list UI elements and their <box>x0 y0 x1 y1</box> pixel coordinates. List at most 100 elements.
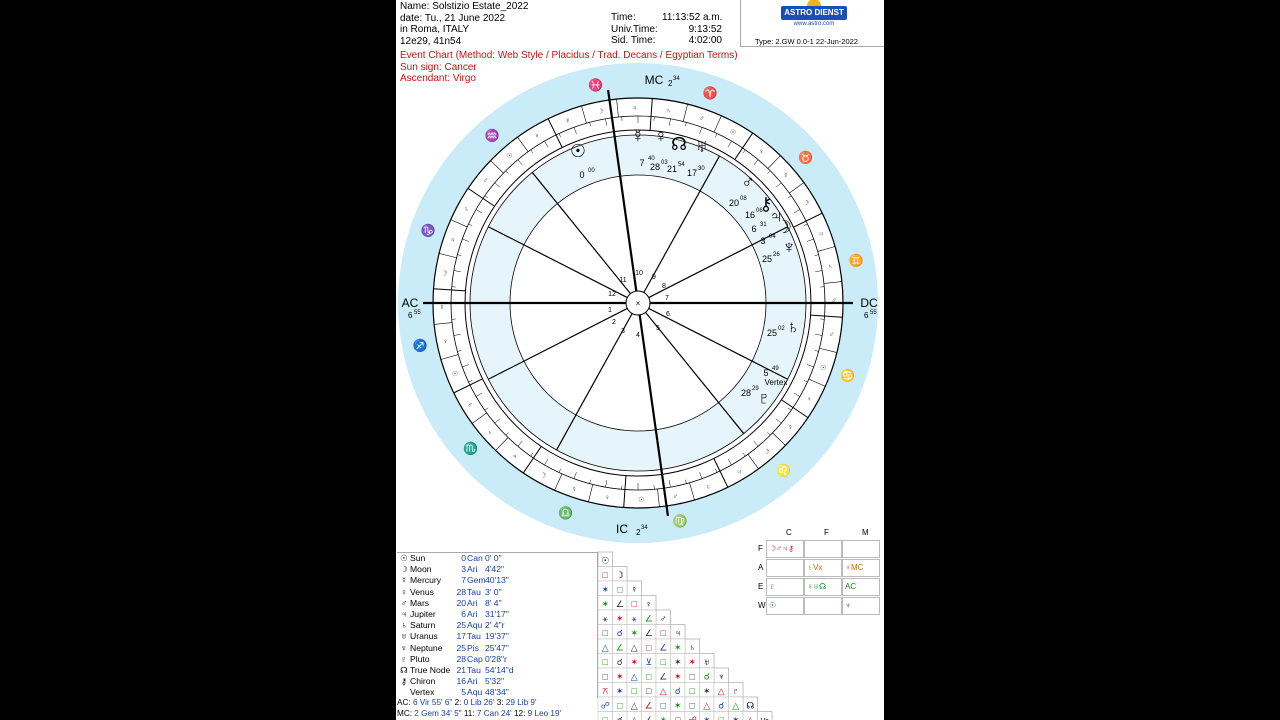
zodiac-glyph: ♍ <box>673 514 688 528</box>
decan-glyph: ☽ <box>763 448 769 456</box>
decan-glyph: ♄ <box>487 430 492 437</box>
decan-glyph: ♄ <box>666 107 671 114</box>
zodiac-glyph: ♒ <box>485 128 500 142</box>
aspect-symbol: ☌ <box>617 715 623 720</box>
ut-label: Univ.Time: <box>611 23 658 35</box>
planet-degree: 3 <box>760 236 765 246</box>
planet-icon: ♅ <box>400 631 408 642</box>
planet-minute: 54 <box>678 162 685 168</box>
house-3-label: 3: <box>496 698 504 707</box>
chart-coords: 12e29, 41n54 <box>400 35 462 47</box>
decan-glyph: ☿ <box>783 172 788 179</box>
planet-sign: Gem <box>467 575 486 586</box>
aspect-symbol: ☌ <box>675 686 681 696</box>
ic-min: 34 <box>641 525 648 531</box>
aspect-symbol: ☌ <box>617 657 623 667</box>
planet-icon: ☉ <box>400 553 408 563</box>
element-cell: ☉ <box>766 597 804 615</box>
chart-name: Name: Solstizio Estate_2022 <box>400 1 529 12</box>
planet-glyph: ☊ <box>671 134 687 154</box>
aspect-diag-label: ☊ <box>746 701 754 711</box>
aspect-symbol: □ <box>617 585 623 595</box>
planet-sign: Ari <box>467 608 478 619</box>
aspect-diag-label: ☉ <box>601 556 609 566</box>
element-cell: ♆ <box>842 597 880 615</box>
planet-minute: 40'13" <box>485 575 509 586</box>
planet-degree: 7 <box>461 575 466 586</box>
planet-degree: 20 <box>729 198 739 208</box>
aspect-symbol: ☍ <box>601 701 610 711</box>
aspect-symbol: □ <box>632 599 638 609</box>
astrodienst-url[interactable]: www.astro.com <box>781 21 847 27</box>
mc-label: MC <box>645 73 664 87</box>
decan-glyph: ☿ <box>788 424 793 431</box>
aspect-symbol: ∠ <box>645 701 653 711</box>
house-number: 1 <box>608 307 612 314</box>
decan-glyph: ♀ <box>443 338 448 345</box>
house-number: 2 <box>612 319 616 326</box>
aspect-symbol: □ <box>603 628 609 638</box>
zodiac-glyph: ♏ <box>463 442 478 456</box>
decan-glyph: ☿ <box>565 118 570 125</box>
planet-row: ♇ Pluto 28 Cap 0'28"r <box>397 654 597 665</box>
decan-glyph: ♂ <box>673 493 678 500</box>
planet-degree: 21 <box>456 664 466 675</box>
house-3-value: 29 Lib 9' <box>505 698 537 707</box>
planet-glyph: ☽ <box>776 217 792 237</box>
planet-row: ☉ Sun 0 Can 0' 0" <box>397 553 597 564</box>
planet-table: ☉ Sun 0 Can 0' 0" ☽ Moon 3 Ari 4'42" ☿ Mercury 7 Gem 4… <box>397 552 598 699</box>
planet-icon: ⚷ <box>400 676 408 687</box>
decan-glyph: ♄ <box>828 264 833 271</box>
decan-glyph: ☉ <box>452 370 458 378</box>
planet-row: ☽ Moon 3 Ari 4'42" <box>397 564 597 575</box>
ac-value: 6 Vir 55' 6" <box>412 698 453 707</box>
planet-icon: ♆ <box>400 642 408 653</box>
planet-glyph: ♇ <box>757 388 771 408</box>
ac-deg: 6 <box>408 311 413 320</box>
decan-glyph: ♀ <box>605 495 610 502</box>
decan-glyph: ☽ <box>540 471 546 479</box>
planet-degree: 28 <box>650 162 660 172</box>
house-number: 11 <box>619 277 626 284</box>
ac-label: AC: <box>397 698 411 707</box>
aspect-symbol: □ <box>690 686 696 696</box>
astrodienst-logo[interactable]: ASTRO DIENST <box>781 6 847 20</box>
decan-glyph: ♃ <box>736 469 741 476</box>
planet-icon: ♃ <box>400 608 408 619</box>
ut-value: 9:13:52 <box>688 23 722 35</box>
house-number: 7 <box>665 295 669 302</box>
ic-label: IC <box>616 522 628 536</box>
aspect-diag-label: ♃ <box>674 628 681 638</box>
planet-degree: 28 <box>456 586 466 597</box>
planet-minute: 00 <box>588 168 595 174</box>
aspect-symbol: □ <box>603 570 609 580</box>
planet-minute: 08 <box>740 196 747 202</box>
planet-sign: Tau <box>467 631 481 642</box>
element-row-header: F <box>758 544 763 553</box>
decan-glyph: ♀ <box>534 133 539 140</box>
aspect-symbol: ☌ <box>718 701 724 711</box>
aspect-diag-label: ☿ <box>631 585 638 595</box>
decan-glyph: ☉ <box>506 152 512 160</box>
aspect-symbol: △ <box>660 686 667 696</box>
planet-name: Uranus <box>410 631 438 642</box>
aspect-symbol: ✶ <box>732 715 740 720</box>
planet-degree: 16 <box>456 676 466 687</box>
aspect-diag-label: ♂ <box>660 614 667 624</box>
decan-glyph: ☉ <box>730 129 736 137</box>
zodiac-glyph: ♐ <box>413 338 428 352</box>
planet-minute: 0'28"r <box>485 653 507 664</box>
planet-sign: Ari <box>467 676 478 687</box>
element-cell <box>842 540 880 558</box>
planet-icon: ☽ <box>400 564 408 575</box>
house-number: 9 <box>652 274 656 281</box>
planet-degree: 21 <box>667 164 677 174</box>
planet-icon: ♂ <box>400 597 408 608</box>
decan-glyph: ☽ <box>803 199 809 207</box>
planet-glyph: ♅ <box>695 136 709 156</box>
planet-degree: 6 <box>461 608 466 619</box>
house-12-value: 9 Leo 19' <box>527 709 562 718</box>
planet-degree: 0 <box>461 553 466 563</box>
aspect-symbol: ✶ <box>674 701 682 711</box>
aspect-diag-label: ♅ <box>703 657 710 667</box>
